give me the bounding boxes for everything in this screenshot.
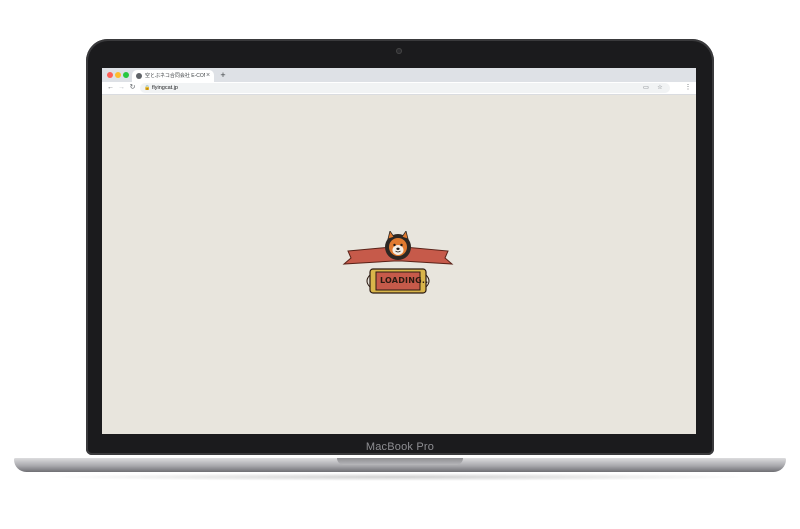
url-text: flyingcat.jp — [152, 85, 178, 91]
tab-title: 空とぶネコ合同会社 E-COMMERCE — [145, 73, 205, 79]
device-brand-label: MacBook Pro — [365, 441, 435, 453]
browser-toolbar: ← → ↻ 🔒 flyingcat.jp ▭ ☆ ⋮ — [102, 82, 696, 95]
star-icon[interactable]: ☆ — [656, 83, 664, 93]
ribbon-and-cat-illustration — [342, 230, 454, 294]
reload-button[interactable]: ↻ — [128, 83, 137, 93]
lock-icon: 🔒 — [144, 85, 151, 91]
laptop-lid-notch — [337, 458, 463, 465]
laptop-shadow — [40, 473, 760, 481]
browser-menu-button[interactable]: ⋮ — [684, 83, 692, 93]
webcam — [396, 48, 402, 54]
page-viewport: LOADING.. — [102, 95, 696, 434]
browser-window: 空とぶネコ合同会社 E-COMMERCE × + ← → ↻ 🔒 flyingc… — [102, 68, 696, 434]
tab-bar: 空とぶネコ合同会社 E-COMMERCE × + — [102, 68, 696, 82]
forward-button[interactable]: → — [117, 83, 126, 93]
globe-icon — [136, 73, 142, 79]
minimize-window-button[interactable] — [115, 72, 121, 78]
close-window-button[interactable] — [107, 72, 113, 78]
new-tab-button[interactable]: + — [218, 70, 228, 80]
close-icon[interactable]: × — [204, 71, 212, 80]
back-button[interactable]: ← — [106, 83, 115, 93]
maximize-window-button[interactable] — [123, 72, 129, 78]
loading-label: LOADING.. — [380, 276, 429, 285]
browser-tab[interactable]: 空とぶネコ合同会社 E-COMMERCE × — [132, 70, 214, 82]
bookmark-icon[interactable]: ▭ — [642, 83, 650, 93]
address-bar[interactable]: 🔒 flyingcat.jp ▭ ☆ — [140, 83, 670, 93]
loading-emblem: LOADING.. — [342, 230, 454, 303]
